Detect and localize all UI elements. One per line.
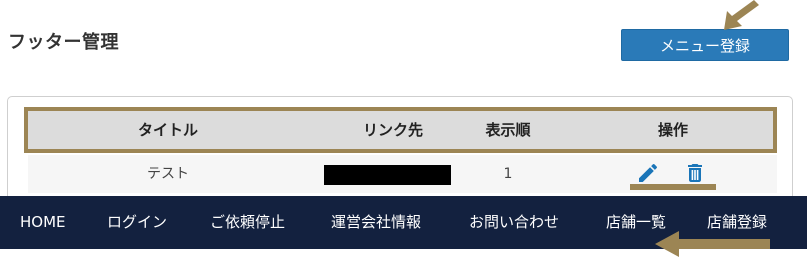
footer-link-stop-request[interactable]: ご依頼停止	[210, 196, 285, 249]
column-header-order: 表示順	[485, 121, 531, 139]
footer-link-login[interactable]: ログイン	[107, 196, 167, 249]
footer-link-company-info[interactable]: 運営会社情報	[331, 196, 421, 249]
column-header-actions: 操作	[657, 121, 688, 139]
column-header-title: タイトル	[137, 121, 198, 139]
row-order-cell: 1	[503, 166, 513, 182]
trash-icon[interactable]	[683, 161, 707, 185]
table-header: タイトル リンク先 表示順 操作	[24, 107, 777, 153]
annotation-arrow-icon	[724, 0, 759, 30]
row-link-cell-redacted	[324, 165, 451, 185]
row-title-cell: テスト	[147, 166, 189, 182]
footer-link-home[interactable]: HOME	[20, 196, 66, 249]
page-title: フッター管理	[8, 32, 119, 53]
annotation-arrow-icon	[655, 231, 770, 257]
actions-highlight-marker	[630, 184, 716, 190]
pencil-icon[interactable]	[636, 161, 660, 185]
footer-link-contact[interactable]: お問い合わせ	[469, 196, 559, 249]
column-header-link: リンク先	[362, 121, 423, 139]
